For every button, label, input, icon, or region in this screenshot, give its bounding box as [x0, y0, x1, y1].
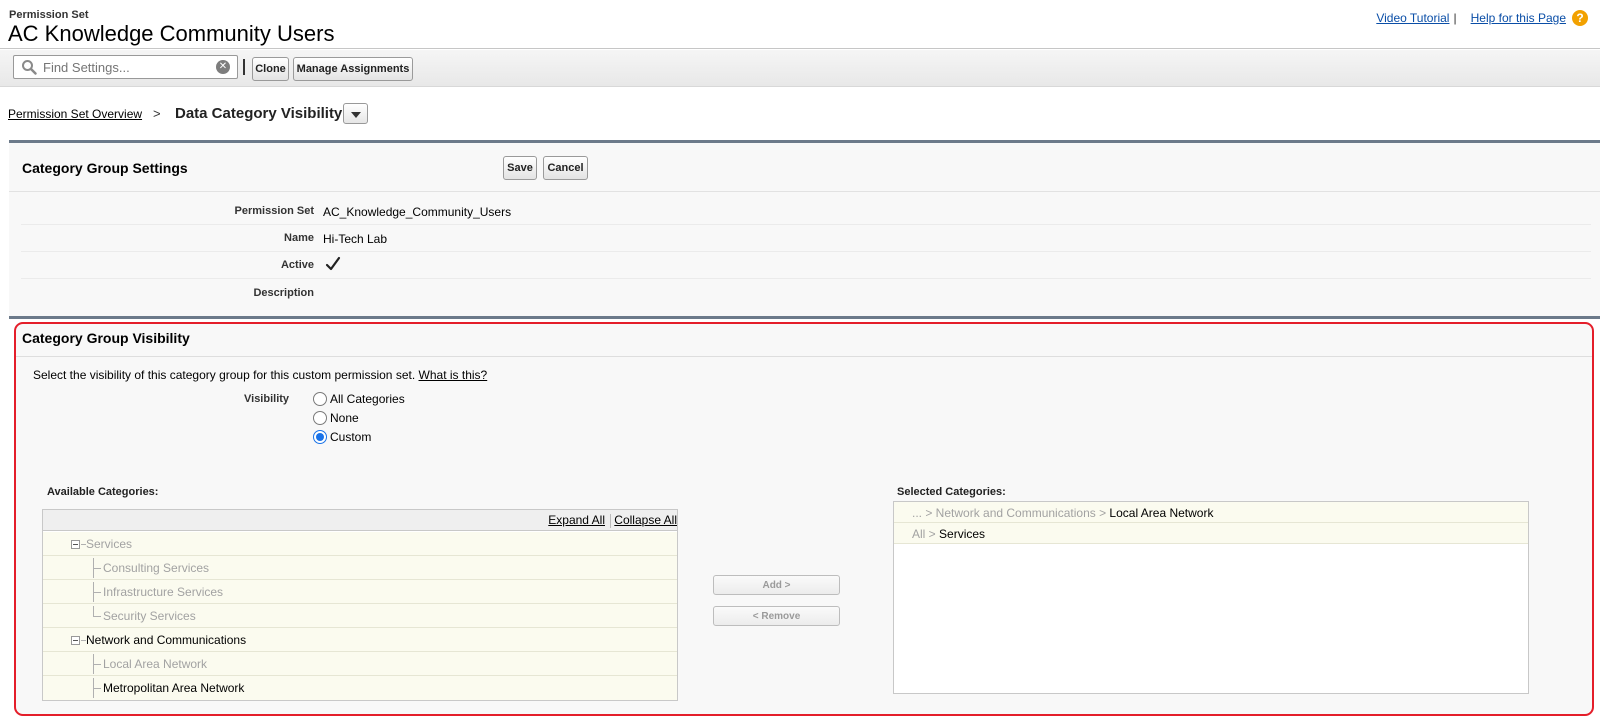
- field-label: Permission Set: [234, 205, 314, 217]
- tree-toolbar-divider: [610, 514, 611, 528]
- tree-branch-line: [93, 568, 101, 569]
- category-group-visibility-panel: Category Group Visibility Select the vis…: [14, 322, 1594, 716]
- manage-assignments-button[interactable]: Manage Assignments: [293, 57, 413, 81]
- breadcrumb-current: Data Category Visibility: [175, 105, 343, 122]
- radio-label: None: [330, 411, 359, 425]
- find-settings-input[interactable]: [41, 58, 211, 76]
- breadcrumb-dropdown-button[interactable]: [343, 103, 368, 124]
- clear-search-icon[interactable]: ✕: [216, 60, 230, 74]
- radio-none[interactable]: None: [313, 411, 359, 425]
- tree-node-consulting-services[interactable]: Consulting Services: [43, 556, 677, 580]
- selected-item[interactable]: All > Services: [894, 523, 1528, 544]
- checkmark-icon: [325, 256, 341, 271]
- tree-branch-line: [93, 616, 101, 617]
- breadcrumb-separator: >: [153, 106, 161, 121]
- tree-node-infrastructure-services[interactable]: Infrastructure Services: [43, 580, 677, 604]
- field-label: Description: [253, 287, 314, 299]
- tree-node-local-area-network[interactable]: Local Area Network: [43, 652, 677, 676]
- cancel-button[interactable]: Cancel: [543, 156, 588, 180]
- tree-node-security-services[interactable]: Security Services: [43, 604, 677, 628]
- tree-node-label: Infrastructure Services: [103, 585, 224, 599]
- tree-node-label: Local Area Network: [103, 657, 208, 671]
- radio-button[interactable]: [313, 411, 327, 425]
- selected-item-path: All >: [912, 527, 940, 541]
- tree-branch-line: [93, 606, 94, 616]
- remove-button[interactable]: < Remove: [713, 606, 840, 626]
- collapse-node-icon[interactable]: [71, 540, 80, 549]
- setup-toolbar: ✕ Clone Manage Assignments: [0, 50, 1600, 87]
- settings-title: Category Group Settings: [22, 160, 188, 176]
- link-separator: |: [1453, 11, 1457, 25]
- field-row-description: Description: [21, 280, 1591, 307]
- field-label: Name: [284, 232, 314, 244]
- field-row-permission-set: Permission Set AC_Knowledge_Community_Us…: [21, 198, 1591, 225]
- collapse-node-icon[interactable]: [71, 636, 80, 645]
- field-value: AC_Knowledge_Community_Users: [323, 205, 512, 219]
- selected-item-leaf: Local Area Network: [1109, 506, 1214, 520]
- add-button[interactable]: Add >: [713, 575, 840, 595]
- radio-label: All Categories: [330, 392, 405, 406]
- breadcrumb-permission-set-overview[interactable]: Permission Set Overview: [8, 107, 142, 121]
- field-row-name: Name Hi-Tech Lab: [21, 225, 1591, 252]
- visibility-divider: [16, 356, 1592, 357]
- tree-toolbar: Expand All Collapse All: [43, 510, 677, 531]
- tree-node-metropolitan-area-network[interactable]: Metropolitan Area Network: [43, 676, 677, 700]
- radio-label: Custom: [330, 430, 372, 444]
- header-links: Video Tutorial | Help for this Page ?: [1376, 10, 1588, 26]
- tree-node-label: Consulting Services: [103, 561, 210, 575]
- visibility-panel-top-border: [9, 316, 1600, 319]
- intro-text: Select the visibility of this category g…: [33, 368, 416, 382]
- visibility-title: Category Group Visibility: [22, 330, 190, 346]
- selected-item-leaf: Services: [939, 527, 986, 541]
- tree-branch-line: [93, 688, 101, 689]
- radio-all-categories[interactable]: All Categories: [313, 392, 405, 406]
- object-type-label: Permission Set: [9, 9, 89, 21]
- page-header: Permission Set AC Knowledge Community Us…: [0, 0, 1600, 49]
- what-is-this-link[interactable]: What is this?: [419, 368, 488, 382]
- help-link[interactable]: Help for this Page: [1471, 11, 1566, 25]
- clone-button[interactable]: Clone: [252, 57, 289, 81]
- tree-node-label: Metropolitan Area Network: [103, 681, 245, 695]
- radio-button-selected[interactable]: [313, 430, 327, 444]
- available-categories-label: Available Categories:: [47, 486, 159, 498]
- video-tutorial-link[interactable]: Video Tutorial: [1376, 11, 1449, 25]
- tree-node-label: Network and Communications: [86, 633, 247, 647]
- available-categories-tree: Expand All Collapse All Services Consult…: [42, 509, 678, 701]
- settings-divider: [9, 191, 1600, 192]
- tree-node-label: Security Services: [103, 609, 196, 623]
- tree-branch-line: [93, 664, 101, 665]
- search-icon: [22, 60, 37, 75]
- tree-node-services[interactable]: Services: [43, 532, 677, 556]
- field-label: Active: [280, 259, 314, 271]
- field-value: Hi-Tech Lab: [323, 232, 388, 246]
- toolbar-divider: [243, 59, 245, 75]
- visibility-intro: Select the visibility of this category g…: [33, 368, 487, 382]
- radio-button[interactable]: [313, 392, 327, 406]
- selected-item-text: ... > Network and Communications > Local…: [912, 506, 1213, 520]
- tree-node-network-and-communications[interactable]: Network and Communications: [43, 628, 677, 652]
- selected-categories-list[interactable]: ... > Network and Communications > Local…: [893, 501, 1529, 694]
- page-title: AC Knowledge Community Users: [8, 21, 335, 46]
- help-icon[interactable]: ?: [1572, 10, 1588, 26]
- find-settings-box: ✕: [13, 55, 238, 79]
- visibility-label: Visibility: [244, 393, 290, 405]
- save-button[interactable]: Save: [503, 156, 537, 180]
- selected-item-text: All > Services: [912, 527, 985, 541]
- field-row-active: Active: [21, 252, 1591, 279]
- tree-node-label: Services: [86, 537, 133, 551]
- expand-all-link[interactable]: Expand All: [548, 513, 605, 527]
- tree-branch-line: [93, 592, 101, 593]
- selected-item-path: ... > Network and Communications >: [912, 506, 1110, 520]
- collapse-all-link[interactable]: Collapse All: [614, 513, 677, 527]
- category-group-settings-panel: Category Group Settings Save Cancel Perm…: [9, 140, 1600, 316]
- radio-custom[interactable]: Custom: [313, 430, 371, 444]
- selected-categories-label: Selected Categories:: [897, 486, 1006, 498]
- selected-item[interactable]: ... > Network and Communications > Local…: [894, 502, 1528, 523]
